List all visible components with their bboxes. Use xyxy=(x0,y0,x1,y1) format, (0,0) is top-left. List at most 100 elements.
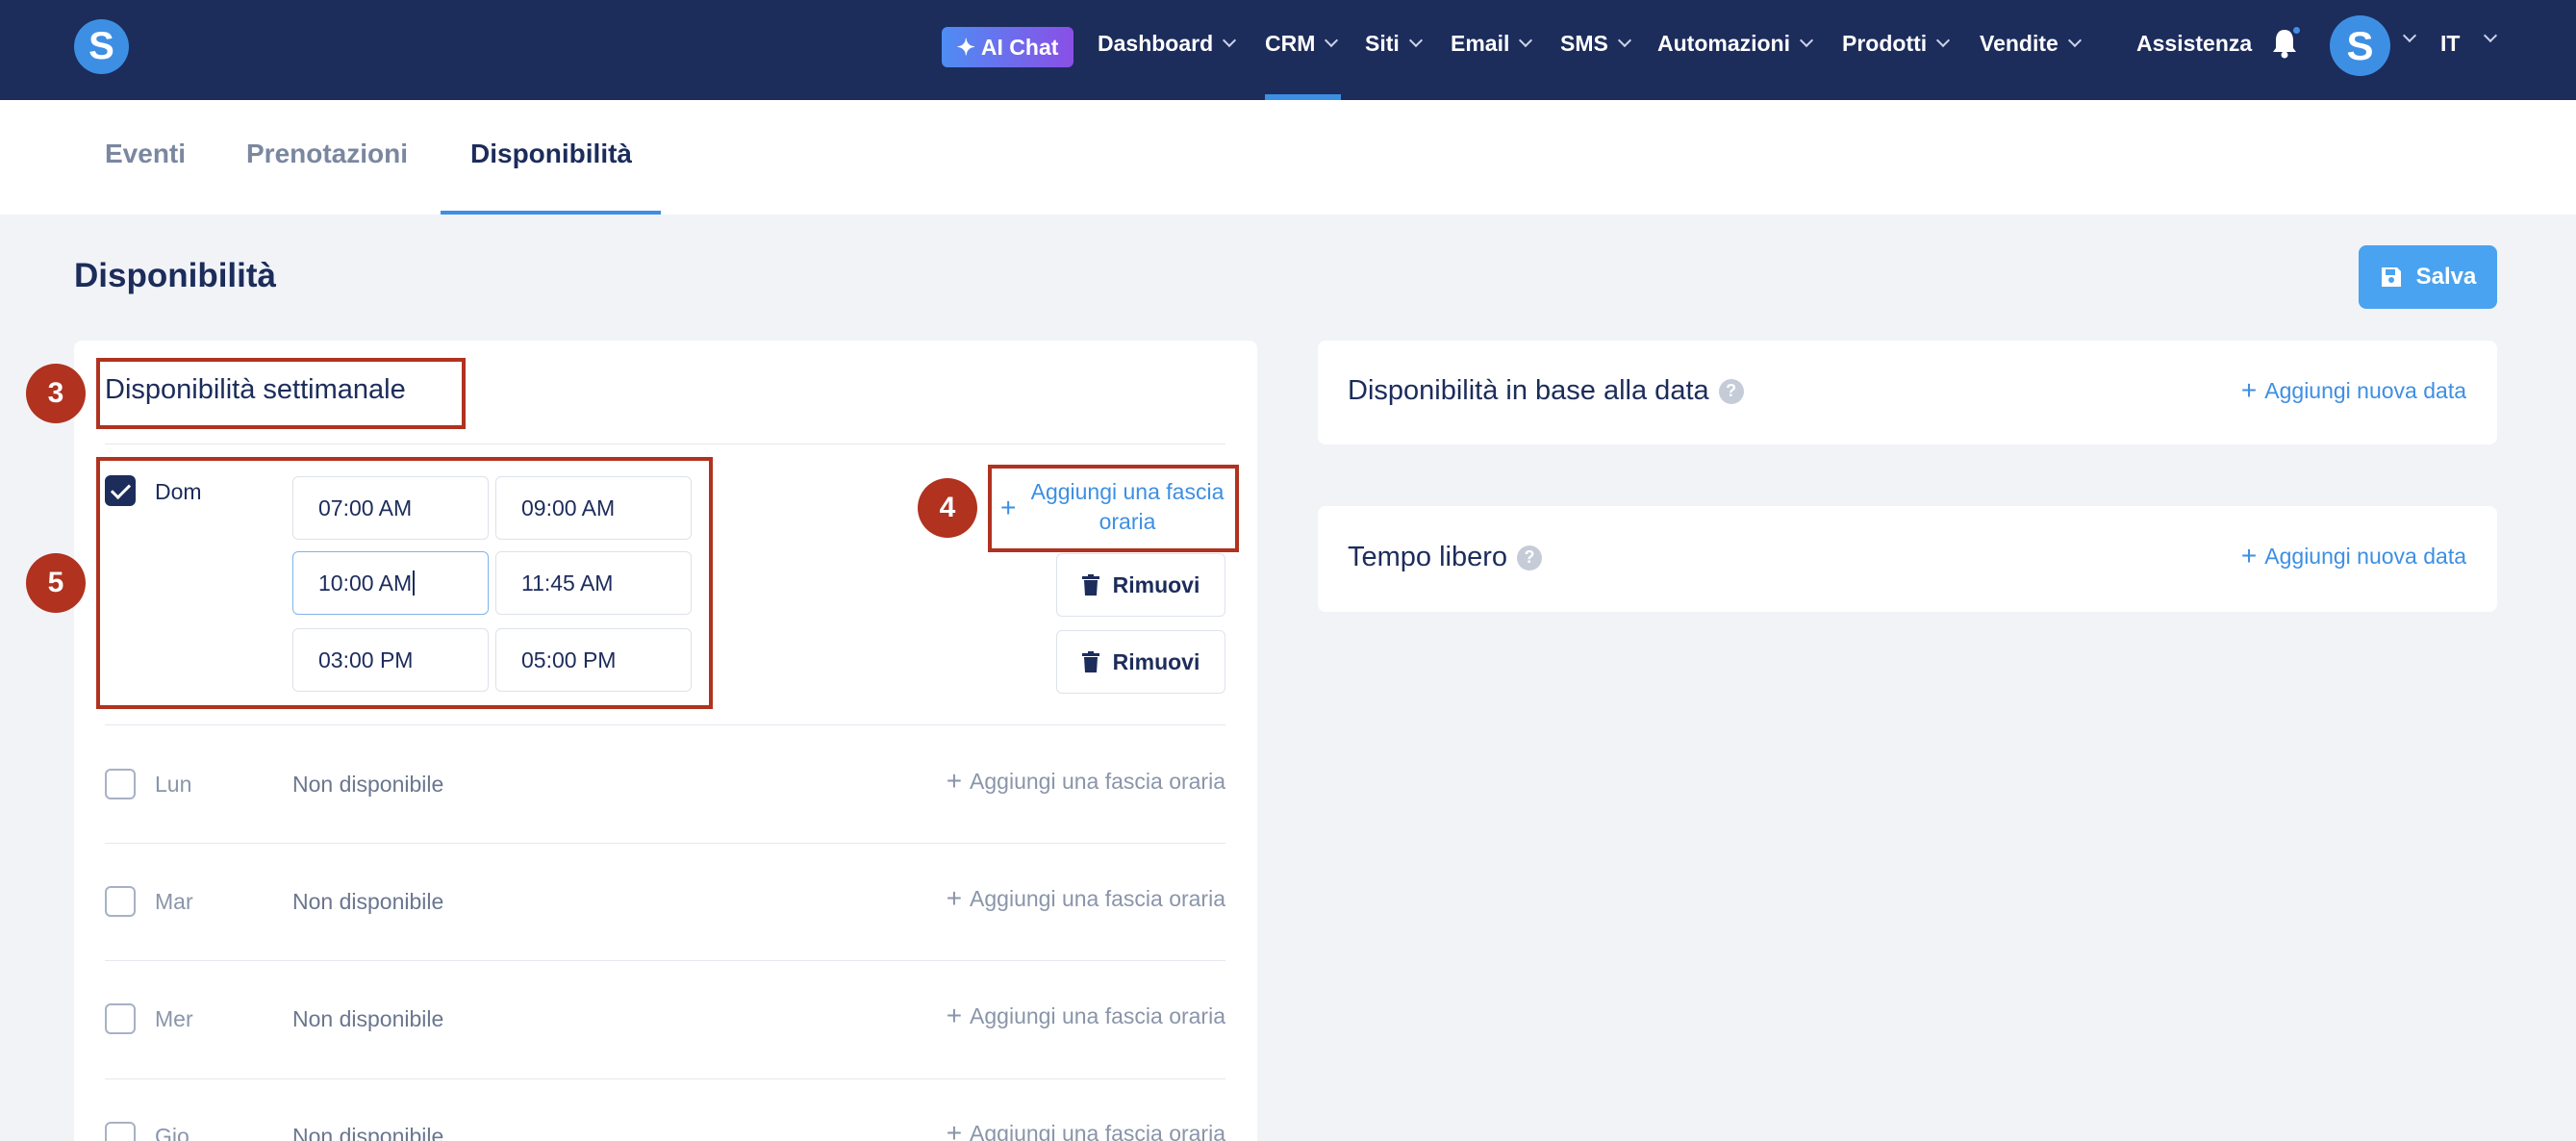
plus-icon: + xyxy=(2240,541,2258,570)
nav-siti-label: Siti xyxy=(1365,30,1400,56)
divider xyxy=(105,724,1225,725)
date-availability-title-text: Disponibilità in base alla data xyxy=(1348,375,1709,406)
add-time-slot-button-mer[interactable]: + Aggiungi una fascia oraria xyxy=(947,1002,1225,1029)
plus-icon: + xyxy=(946,883,963,913)
ai-chat-button[interactable]: ✦ AI Chat xyxy=(942,27,1073,67)
nav-automazioni[interactable]: Automazioni xyxy=(1657,27,1814,60)
chevron-down-icon[interactable] xyxy=(2402,28,2417,43)
app-logo[interactable]: S xyxy=(74,19,129,74)
nav-dashboard[interactable]: Dashboard xyxy=(1098,27,1237,60)
language-selector[interactable]: IT xyxy=(2440,27,2460,60)
nav-assistenza-label: Assistenza xyxy=(2136,30,2253,56)
add-free-time-label: Aggiungi nuova data xyxy=(2264,543,2466,569)
plus-icon: + xyxy=(2240,375,2258,405)
day-label-lun: Lun xyxy=(155,772,192,797)
nav-automazioni-label: Automazioni xyxy=(1657,30,1790,56)
trash-icon xyxy=(1081,574,1099,596)
day-label-mar: Mar xyxy=(155,889,193,914)
date-availability-card: Disponibilità in base alla data ? + Aggiu… xyxy=(1318,341,2497,444)
top-navbar: S ✦ AI Chat Dashboard CRM Siti Email SMS… xyxy=(0,0,2576,100)
save-label: Salva xyxy=(2415,264,2477,290)
chevron-down-icon[interactable] xyxy=(2483,28,2498,43)
save-icon xyxy=(2381,267,2401,287)
unavailable-label-mer: Non disponibile xyxy=(292,1006,444,1031)
remove-slot-3-button[interactable]: Rimuovi xyxy=(1056,630,1225,694)
plus-icon: + xyxy=(946,1118,963,1141)
annotation-box-4 xyxy=(988,465,1239,552)
remove-label: Rimuovi xyxy=(1112,571,1200,597)
day-checkbox-gio[interactable] xyxy=(105,1122,136,1141)
nav-sms-label: SMS xyxy=(1560,30,1608,56)
nav-crm[interactable]: CRM xyxy=(1265,27,1339,60)
nav-dashboard-label: Dashboard xyxy=(1098,30,1214,56)
ai-chat-label: AI Chat xyxy=(980,34,1059,60)
nav-siti[interactable]: Siti xyxy=(1365,27,1423,60)
add-time-slot-label: Aggiungi una fascia oraria xyxy=(970,885,1225,911)
day-checkbox-mar[interactable] xyxy=(105,886,136,917)
plus-icon: + xyxy=(946,1001,963,1030)
tab-eventi[interactable]: Eventi xyxy=(105,139,186,169)
sub-tabs: Eventi Prenotazioni Disponibilità xyxy=(0,100,2576,215)
active-tab-indicator xyxy=(441,211,661,215)
chevron-down-icon xyxy=(1223,33,1237,48)
tab-disponibilita[interactable]: Disponibilità xyxy=(470,139,632,169)
chevron-down-icon xyxy=(1936,33,1951,48)
day-checkbox-lun[interactable] xyxy=(105,769,136,799)
chevron-down-icon xyxy=(1519,33,1533,48)
free-time-title: Tempo libero ? xyxy=(1348,542,1543,573)
annotation-badge-3: 3 xyxy=(26,364,86,423)
nav-prodotti-label: Prodotti xyxy=(1842,30,1928,56)
nav-email[interactable]: Email xyxy=(1451,27,1533,60)
annotation-box-3 xyxy=(96,358,466,429)
day-label-mer: Mer xyxy=(155,1006,193,1031)
plus-icon: + xyxy=(946,766,963,796)
add-date-button[interactable]: + Aggiungi nuova data xyxy=(2241,377,2466,404)
add-time-slot-button-mar[interactable]: + Aggiungi una fascia oraria xyxy=(947,885,1225,912)
add-time-slot-label: Aggiungi una fascia oraria xyxy=(970,768,1225,794)
date-availability-title: Disponibilità in base alla data ? xyxy=(1348,375,1744,407)
day-label-gio: Gio xyxy=(155,1124,189,1141)
chevron-down-icon xyxy=(1799,33,1814,48)
nav-assistenza[interactable]: Assistenza xyxy=(2136,27,2252,60)
notification-dot xyxy=(2291,25,2302,36)
chevron-down-icon xyxy=(1325,33,1339,48)
nav-sms[interactable]: SMS xyxy=(1560,27,1631,60)
free-time-title-text: Tempo libero xyxy=(1348,542,1508,572)
sparkle-icon: ✦ xyxy=(956,34,975,60)
nav-prodotti[interactable]: Prodotti xyxy=(1842,27,1951,60)
free-time-card: Tempo libero ? + Aggiungi nuova data xyxy=(1318,506,2497,612)
add-time-slot-button-lun[interactable]: + Aggiungi una fascia oraria xyxy=(947,768,1225,795)
annotation-box-5 xyxy=(96,457,713,709)
add-time-slot-label: Aggiungi una fascia oraria xyxy=(970,1002,1225,1028)
add-time-slot-button-gio[interactable]: + Aggiungi una fascia oraria xyxy=(947,1120,1225,1141)
chevron-down-icon xyxy=(1408,33,1423,48)
save-button[interactable]: Salva xyxy=(2359,245,2497,309)
language-label: IT xyxy=(2440,30,2461,56)
remove-slot-2-button[interactable]: Rimuovi xyxy=(1056,553,1225,617)
remove-label: Rimuovi xyxy=(1112,648,1200,674)
add-time-slot-label: Aggiungi una fascia oraria xyxy=(970,1120,1225,1141)
trash-icon xyxy=(1081,651,1099,672)
chevron-down-icon xyxy=(1617,33,1631,48)
unavailable-label-mar: Non disponibile xyxy=(292,889,444,914)
unavailable-label-gio: Non disponibile xyxy=(292,1124,444,1141)
divider xyxy=(105,1078,1225,1079)
add-free-time-button[interactable]: + Aggiungi nuova data xyxy=(2241,543,2466,570)
nav-vendite[interactable]: Vendite xyxy=(1980,27,2082,60)
nav-email-label: Email xyxy=(1451,30,1510,56)
divider xyxy=(105,843,1225,844)
help-icon[interactable]: ? xyxy=(1517,545,1543,570)
help-icon[interactable]: ? xyxy=(1718,378,1744,404)
add-date-label: Aggiungi nuova data xyxy=(2264,377,2466,403)
tab-prenotazioni[interactable]: Prenotazioni xyxy=(246,139,408,169)
chevron-down-icon xyxy=(2067,33,2082,48)
annotation-badge-5: 5 xyxy=(26,553,86,613)
divider xyxy=(105,960,1225,961)
nav-vendite-label: Vendite xyxy=(1980,30,2058,56)
unavailable-label-lun: Non disponibile xyxy=(292,772,444,797)
page-title: Disponibilità xyxy=(74,257,276,294)
avatar[interactable]: S xyxy=(2330,15,2390,76)
day-checkbox-mer[interactable] xyxy=(105,1003,136,1034)
nav-crm-label: CRM xyxy=(1265,30,1316,56)
annotation-badge-4: 4 xyxy=(918,478,977,538)
